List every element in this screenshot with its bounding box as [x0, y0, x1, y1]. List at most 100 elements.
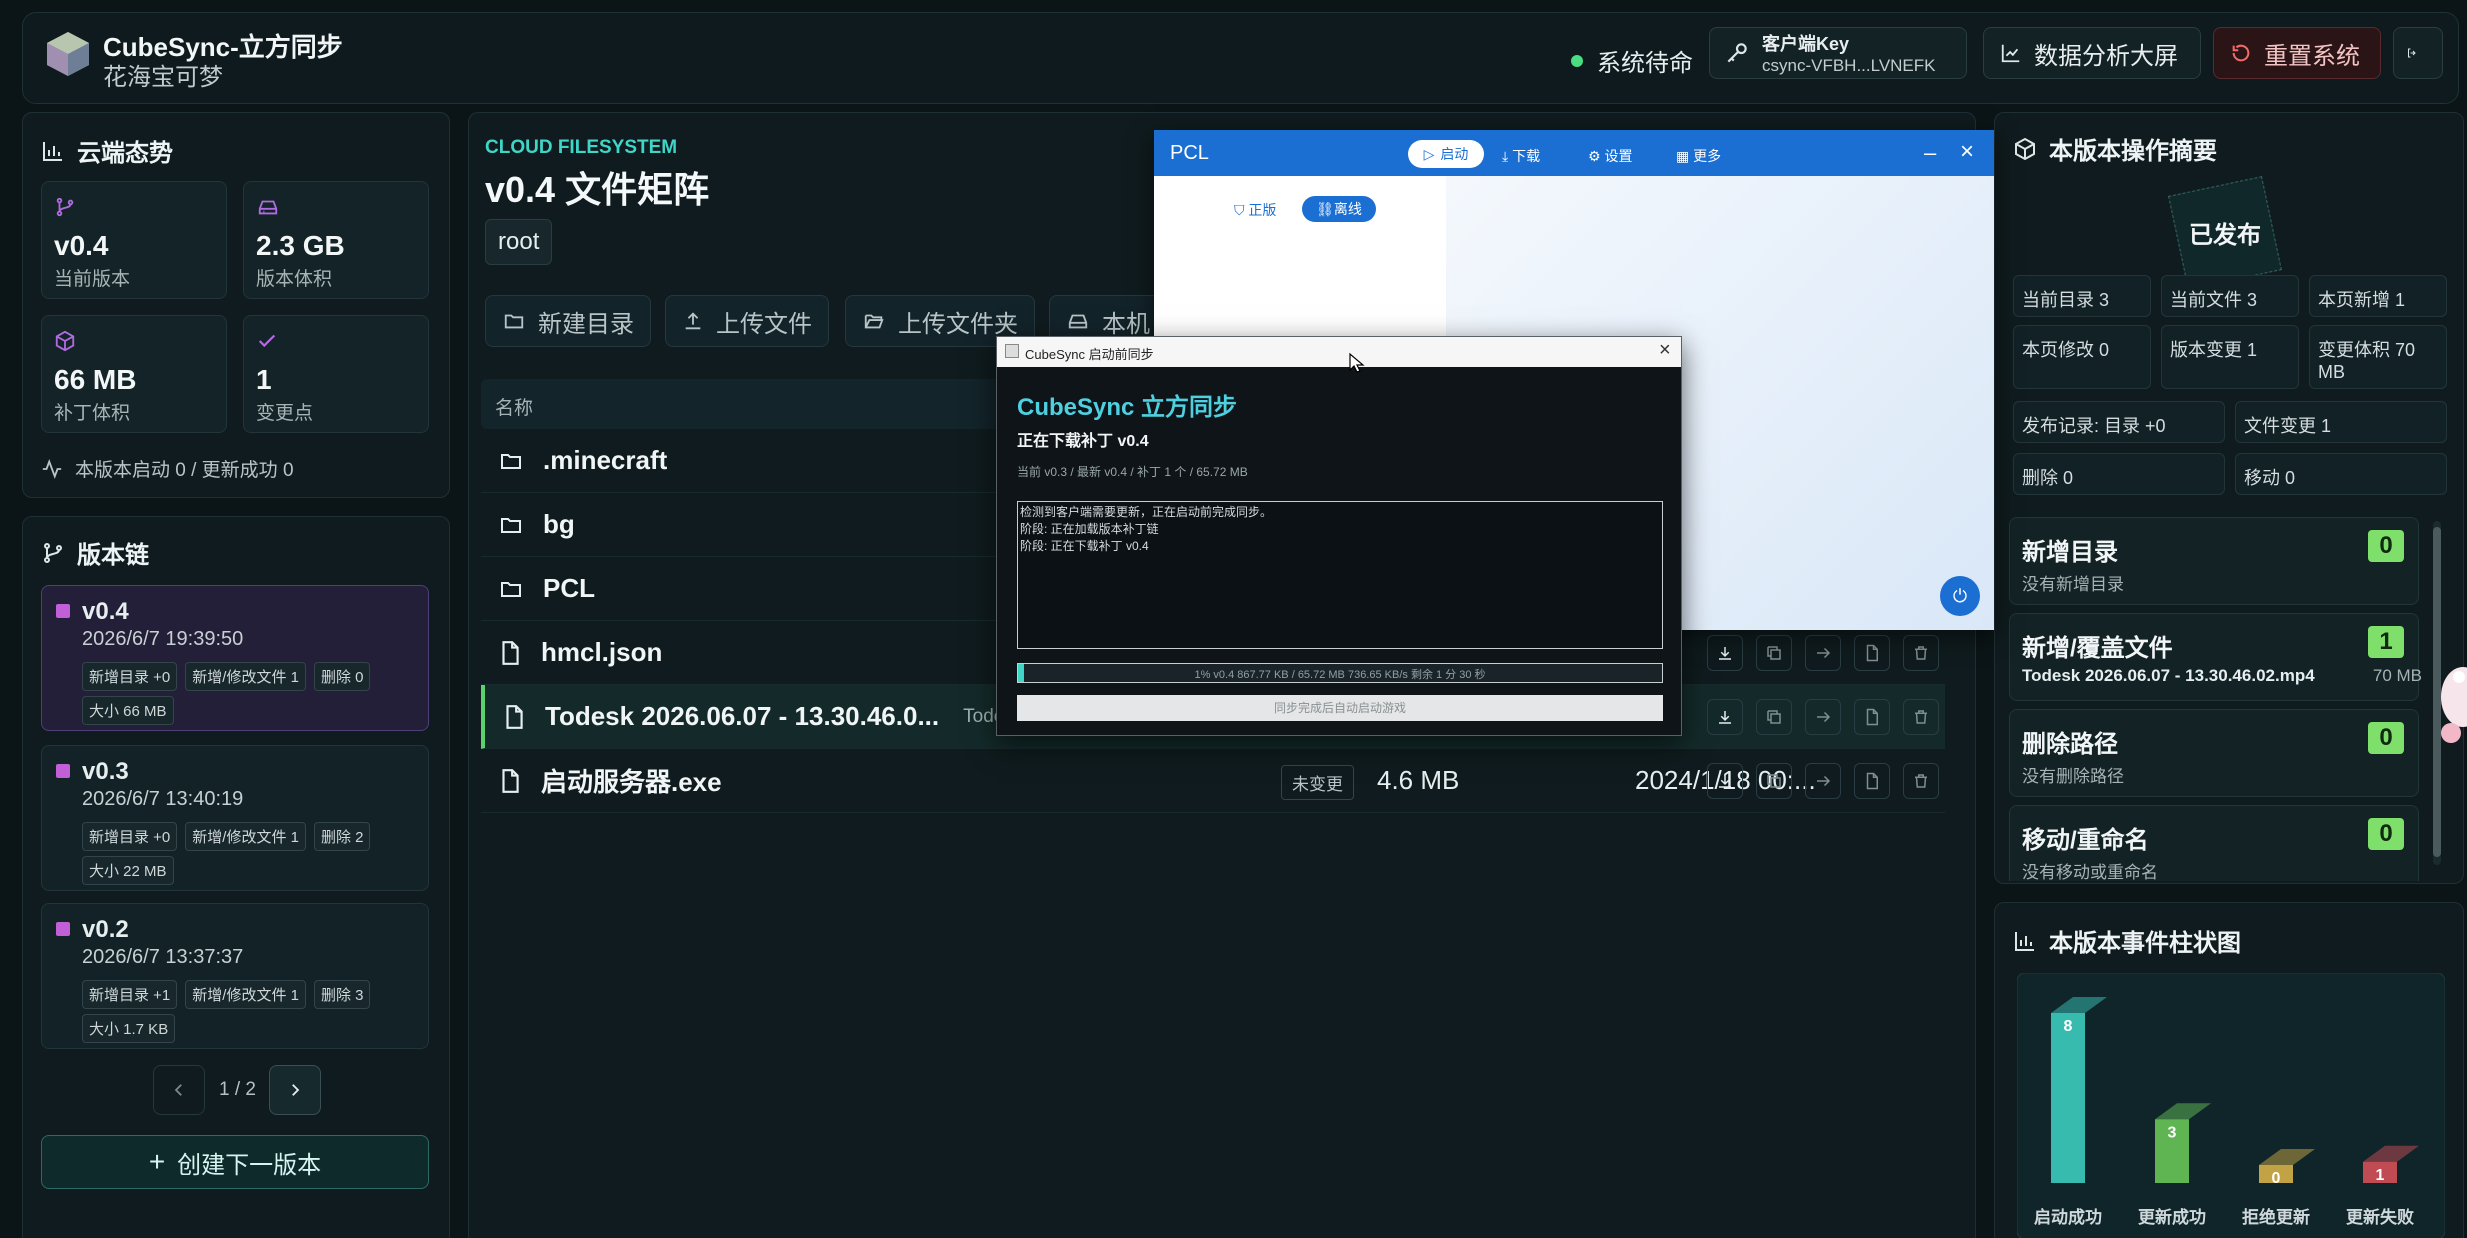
pcl-tab-label: 启动 — [1440, 146, 1469, 162]
dashboard-button[interactable]: 数据分析大屏 — [1983, 27, 2201, 79]
bar-chart-icon — [43, 141, 62, 161]
file-icon — [1866, 708, 1878, 726]
next-page-button[interactable] — [269, 1065, 321, 1115]
version-item[interactable]: v0.4 2026/6/7 19:39:50 新增目录 +0 新增/修改文件 1删… — [41, 585, 429, 731]
summary-sections: 新增目录 没有新增目录 0 新增/覆盖文件 Todesk 2026.06.07 … — [1995, 509, 2465, 881]
file-name: Todesk 2026.06.07 - 13.30.46.0... — [545, 701, 940, 731]
pcl-power-icon[interactable]: ⏻ — [1940, 576, 1980, 616]
version-chain-panel: 版本链 v0.4 2026/6/7 19:39:50 新增目录 +0 新增/修改文… — [22, 516, 450, 1238]
files-title: v0.4 文件矩阵 — [485, 169, 710, 210]
sync-log[interactable]: 检测到客户端需要更新，正在启动前完成同步。 阶段: 正在加载版本补丁链 阶段: … — [1017, 501, 1663, 649]
play-icon: ▷ — [1423, 145, 1435, 162]
chart-title: 本版本事件柱状图 — [2013, 923, 2241, 958]
category-label: 更新失败 — [2346, 1207, 2414, 1227]
sync-heading: CubeSync 立方同步 — [1017, 394, 1238, 421]
version-dot — [56, 604, 70, 618]
copy-button[interactable] — [1756, 635, 1792, 671]
file-icon — [502, 640, 519, 665]
version-chain-title: 版本链 — [41, 535, 149, 570]
move-button[interactable] — [1805, 635, 1841, 671]
version-chain-title-text: 版本链 — [77, 542, 149, 569]
pcl-tab-settings[interactable]: ⚙ 设置 — [1588, 146, 1632, 166]
summary-title-text: 本版本操作摘要 — [2049, 138, 2217, 165]
version-date: 2026/6/7 13:37:37 — [82, 946, 244, 968]
pcl-subtab-label: 离线 — [1333, 201, 1362, 217]
sync-auto-launch-button[interactable]: 同步完成后自动启动游戏 — [1017, 695, 1663, 721]
file-size: 4.6 MB — [1377, 765, 1460, 795]
section-count-badge: 0 — [2368, 818, 2404, 850]
download-icon — [1719, 711, 1731, 724]
copy-icon — [1767, 710, 1781, 724]
file-button[interactable] — [1854, 763, 1890, 799]
trash-button[interactable] — [1903, 635, 1939, 671]
file-button[interactable] — [1854, 635, 1890, 671]
upload-file-button[interactable]: 上传文件 — [665, 295, 829, 347]
status-dot — [1571, 54, 1583, 67]
stat-version-size: 2.3 GB 版本体积 — [243, 181, 429, 299]
section-size: 70 MB — [2372, 666, 2422, 685]
move-icon — [1817, 647, 1831, 659]
log-line: 阶段: 正在加载版本补丁链 — [1020, 522, 1159, 536]
download-button[interactable] — [1707, 763, 1743, 799]
summary-cell: 当前文件 3 — [2161, 275, 2299, 317]
package-icon — [55, 330, 75, 352]
summary-cell: 移动 0 — [2235, 453, 2447, 495]
trash-button[interactable] — [1903, 699, 1939, 735]
summary-cell: 发布记录: 目录 +0 — [2013, 401, 2225, 443]
pcl-offline-tab[interactable]: ⛓ 离线 — [1302, 196, 1376, 222]
cloud-title-text: 云端态势 — [77, 140, 173, 167]
logout-button[interactable] — [2393, 27, 2443, 79]
section-sub: 没有新增目录 — [2022, 575, 2124, 594]
pcl-tab-label: 更多 — [1693, 148, 1722, 164]
pcl-tab-download[interactable]: ⤓ 下载 — [1502, 146, 1540, 166]
chart-icon — [2001, 44, 2020, 63]
pcl-close-icon[interactable]: × — [1960, 138, 1974, 166]
version-tags: 新增目录 +0 新增/修改文件 1 删除 0 — [82, 662, 378, 691]
copy-button[interactable] — [1756, 699, 1792, 735]
path-breadcrumb[interactable]: root — [485, 219, 553, 265]
folder-icon — [504, 314, 524, 329]
sync-dialog: CubeSync 启动前同步 × CubeSync 立方同步 正在下载补丁 v0… — [996, 336, 1682, 736]
summary-cell: 当前目录 3 — [2013, 275, 2151, 317]
gear-icon: ⚙ — [1588, 148, 1605, 164]
copy-button[interactable] — [1756, 763, 1792, 799]
pcl-tab-more[interactable]: ▦ 更多 — [1676, 146, 1721, 166]
move-button[interactable] — [1805, 699, 1841, 735]
file-name: PCL — [543, 573, 595, 603]
client-key-button[interactable]: 客户端Key csync-VFBH...LVNEFK — [1709, 27, 1967, 79]
reset-system-button[interactable]: 重置系统 — [2213, 27, 2381, 79]
version-item[interactable]: v0.3 2026/6/7 13:40:19 新增目录 +0 新增/修改文件 1删… — [41, 745, 429, 891]
file-name: 启动服务器.exe — [541, 767, 722, 797]
grid-icon: ▦ — [1676, 148, 1694, 164]
stat-change-points: 1 变更点 — [243, 315, 429, 433]
trash-button[interactable] — [1903, 763, 1939, 799]
stat-patch-size: 66 MB 补丁体积 — [41, 315, 227, 433]
version-item[interactable]: v0.2 2026/6/7 13:37:37 新增目录 +1 新增/修改文件 1删… — [41, 903, 429, 1049]
version-tag: 新增目录 +1 — [82, 980, 178, 1009]
pcl-minimize-icon[interactable]: – — [1924, 140, 1936, 166]
download-button[interactable] — [1707, 699, 1743, 735]
trash-icon — [1915, 710, 1927, 724]
version-size-tag: 大小 66 MB — [82, 696, 174, 725]
move-button[interactable] — [1805, 763, 1841, 799]
bar-value-label: 3 — [2168, 1124, 2177, 1141]
version-tag: 删除 0 — [313, 662, 371, 691]
sync-close-icon[interactable]: × — [1659, 339, 1671, 362]
pcl-official-tab[interactable]: ⛉ 正版 — [1234, 200, 1276, 220]
prev-page-button[interactable] — [153, 1065, 205, 1115]
stat-label: 变更点 — [256, 403, 314, 424]
pcl-title: PCL — [1170, 142, 1209, 164]
mascot-sticker — [2441, 667, 2467, 743]
create-version-button[interactable]: + 创建下一版本 — [41, 1135, 429, 1189]
new-folder-button[interactable]: 新建目录 — [485, 295, 651, 347]
file-button[interactable] — [1854, 699, 1890, 735]
pcl-tab-label: 下载 — [1512, 148, 1541, 164]
key-label: 客户端Key — [1762, 34, 1850, 54]
launch-summary: 本版本启动 0 / 更新成功 0 — [41, 455, 294, 482]
download-button[interactable] — [1707, 635, 1743, 671]
upload-folder-label: 上传文件夹 — [898, 310, 1018, 338]
move-icon — [1817, 711, 1831, 723]
chevron-left-icon — [174, 1084, 182, 1096]
pcl-tab-launch[interactable]: ▷ 启动 — [1408, 140, 1484, 168]
check-icon — [258, 334, 276, 348]
